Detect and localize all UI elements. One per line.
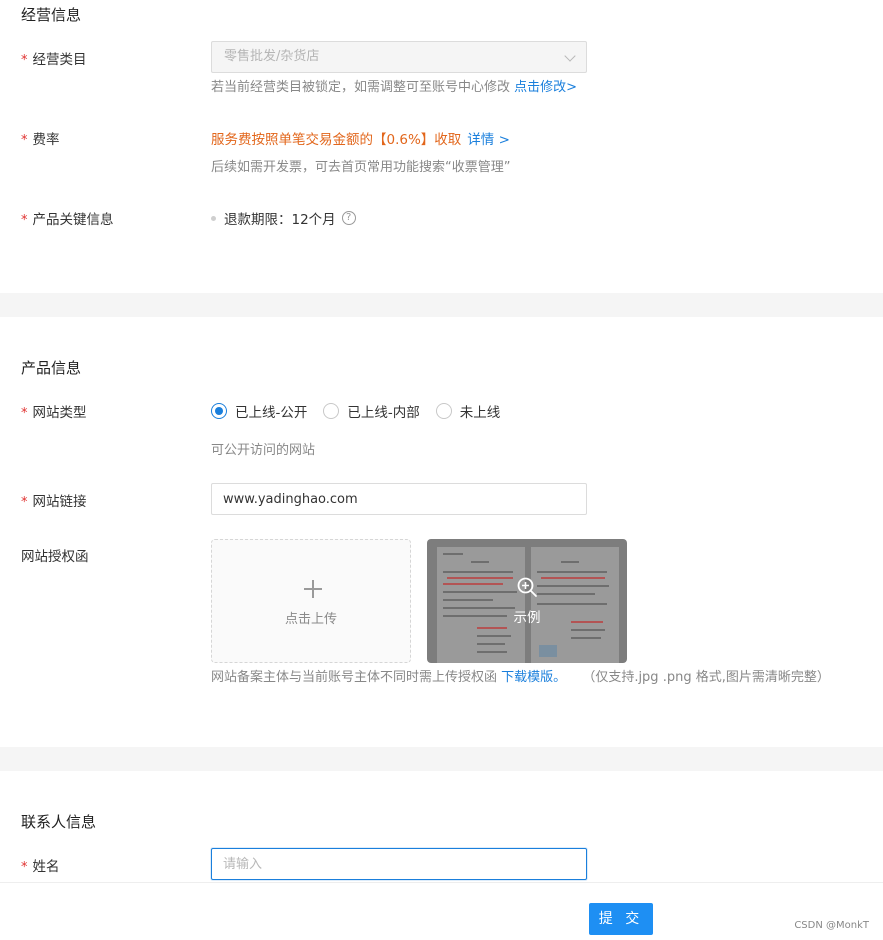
sample-document-page: [531, 547, 619, 663]
required-mark: *: [21, 213, 28, 228]
zoom-in-icon: [517, 577, 537, 597]
section-divider: [0, 293, 883, 317]
category-label: * 经营类目: [21, 52, 87, 68]
site-link-input[interactable]: [211, 483, 587, 515]
required-mark: *: [21, 53, 28, 68]
site-type-radio-internal[interactable]: 已上线-内部: [323, 401, 420, 421]
contact-section: 联系人信息 * 姓名: [0, 771, 883, 882]
key-info-value: 退款期限：12个月 ?: [211, 208, 356, 228]
download-template-link[interactable]: 下载模版。: [501, 670, 566, 685]
site-type-radio-group: 已上线-公开 已上线-内部 未上线: [211, 401, 516, 421]
sample-document-page: [437, 547, 525, 663]
required-mark: *: [21, 860, 28, 875]
category-edit-link[interactable]: 点击修改>: [514, 80, 577, 95]
upload-text: 点击上传: [284, 612, 337, 627]
auth-letter-sample[interactable]: 示例: [427, 539, 627, 663]
help-icon[interactable]: ?: [341, 211, 356, 225]
auth-letter-label: 网站授权函: [21, 549, 89, 565]
business-section-title: 经营信息: [21, 6, 82, 24]
radio-unchecked-icon: [435, 403, 452, 419]
rate-label: * 费率: [21, 132, 60, 148]
bullet-dot: [211, 215, 216, 221]
site-type-label: * 网站类型: [21, 405, 87, 421]
contact-section-title: 联系人信息: [21, 813, 97, 831]
footer-bar: [0, 882, 883, 940]
required-mark: *: [21, 495, 28, 510]
site-type-hint: 可公开访问的网站: [211, 443, 316, 458]
business-section: 经营信息 * 经营类目 零售批发/杂货店 若当前经营类目被锁定，如需调整可至账号中…: [0, 0, 883, 293]
category-select-value: 零售批发/杂货店: [224, 49, 320, 64]
sample-caption: 示例: [513, 610, 541, 626]
required-mark: *: [21, 406, 28, 421]
product-section-title: 产品信息: [21, 359, 82, 377]
auth-letter-upload[interactable]: 点击上传: [211, 539, 411, 663]
site-type-radio-offline[interactable]: 未上线: [435, 401, 500, 421]
auth-letter-hint: 网站备案主体与当前账号主体不同时需上传授权函 下载模版。 （仅支持.jpg .p…: [211, 670, 830, 685]
site-type-radio-public[interactable]: 已上线-公开: [211, 401, 307, 421]
rate-detail-link[interactable]: 详情 >: [467, 132, 510, 148]
rate-hint: 后续如需开发票，可去首页常用功能搜索“收票管理”: [211, 160, 511, 175]
watermark: CSDN @MonkT: [794, 920, 869, 931]
rate-text: 服务费按照单笔交易金额的【0.6%】收取 详情 >: [211, 132, 510, 148]
category-hint: 若当前经营类目被锁定，如需调整可至账号中心修改 点击修改>: [211, 80, 578, 95]
name-input[interactable]: [211, 848, 587, 880]
key-info-label: * 产品关键信息: [21, 212, 114, 228]
name-label: * 姓名: [21, 859, 60, 875]
radio-unchecked-icon: [323, 403, 340, 419]
category-select[interactable]: 零售批发/杂货店: [211, 41, 587, 73]
plus-icon: [304, 580, 322, 598]
site-link-label: * 网站链接: [21, 494, 87, 510]
submit-button[interactable]: 提 交: [589, 903, 653, 935]
section-divider: [0, 747, 883, 771]
required-mark: *: [21, 133, 28, 148]
radio-checked-icon: [211, 403, 227, 419]
chevron-down-icon: [564, 50, 576, 62]
